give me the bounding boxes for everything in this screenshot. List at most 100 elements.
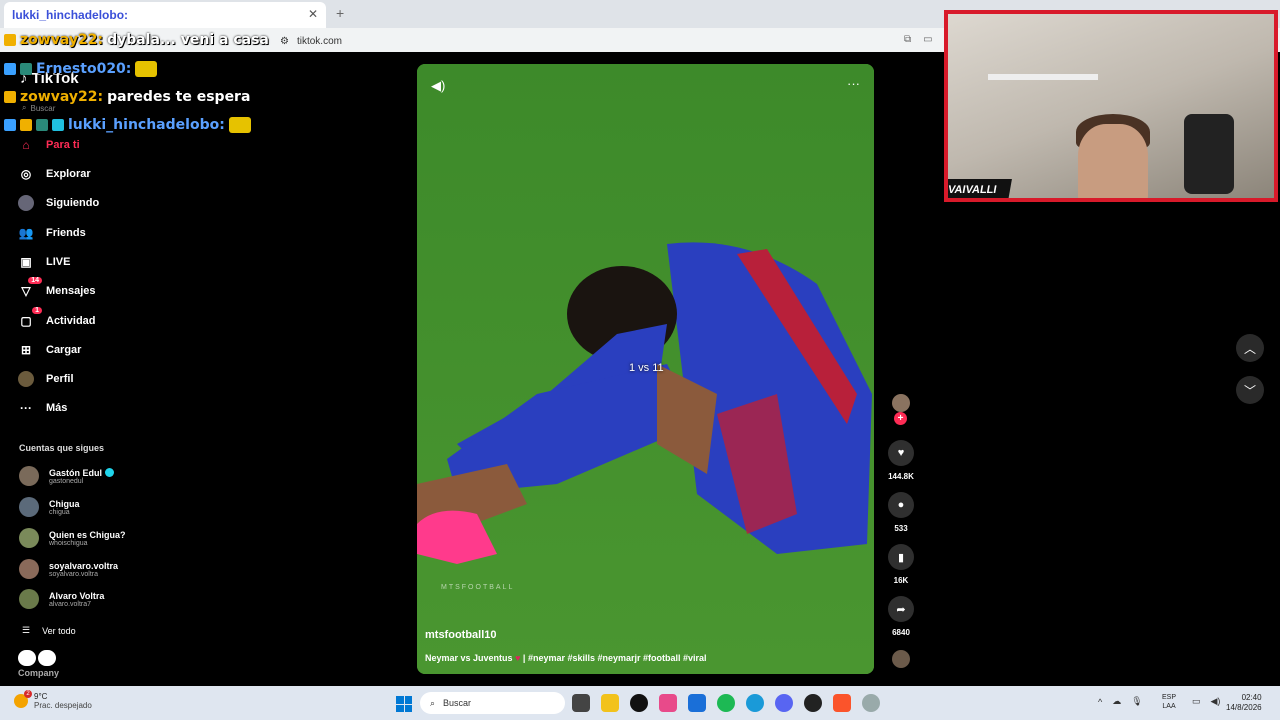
language-indicator[interactable]: ESP LAA (1162, 693, 1176, 711)
upload-plus-icon: ⊞ (20, 343, 32, 357)
brave-icon[interactable] (833, 694, 851, 712)
avatar (19, 528, 39, 548)
sidebar-item-perfil[interactable]: Perfil (18, 371, 74, 387)
obs-icon[interactable] (804, 694, 822, 712)
chat-message: zowvay22: paredes te espera (4, 89, 250, 105)
windows-pane (404, 704, 412, 712)
video-player[interactable]: ◀) ··· 1 vs 11 MTSFOOTBALL mtsfootball10… (417, 64, 874, 674)
site-settings-icon[interactable]: ⚙ (280, 36, 289, 47)
friends-icon: 👥 (18, 226, 34, 240)
account-item[interactable]: soyalvaro.voltra soyalvaro.voltra (19, 559, 118, 579)
volume-icon[interactable]: ◀) (431, 78, 445, 94)
chevron-up-icon[interactable]: ^ (1098, 697, 1102, 707)
start-button[interactable] (396, 696, 412, 712)
webcam-overlay: VAIVALLI (944, 10, 1278, 202)
active-tab[interactable]: lukki_hinchadelobo: ✕ (4, 2, 326, 28)
following-section-title: Cuentas que sigues (19, 443, 105, 453)
compass-icon: ◎ (20, 167, 32, 181)
sidebar-item-friends[interactable]: 👥 Friends (18, 225, 86, 241)
account-item[interactable]: Quien es Chigua? whoischigua (19, 528, 126, 548)
mic-icon[interactable]: 🎙 (1131, 696, 1142, 707)
share-icon[interactable]: ➦ (888, 596, 914, 622)
file-explorer-icon[interactable] (601, 694, 619, 712)
like-action[interactable]: ♥ 144.8K (885, 440, 917, 481)
account-handle: alvaro.voltra7 (49, 600, 92, 608)
sidebar-item-para-ti[interactable]: ⌂ Para ti (18, 137, 79, 153)
chevron-up-icon: ︿ (1243, 341, 1256, 356)
save-action[interactable]: ▮ 16K (885, 544, 917, 585)
creator-avatar[interactable] (892, 394, 910, 412)
sidebar-item-label: Actividad (46, 315, 96, 327)
account-item[interactable]: Gastón Edul gastonedul (19, 466, 115, 486)
list-icon: ☰ (22, 625, 31, 635)
bookmark-icon[interactable]: ▮ (888, 544, 914, 570)
close-tab-icon[interactable]: ✕ (308, 7, 318, 21)
sidebar-item-siguiendo[interactable]: Siguiendo (18, 195, 99, 211)
clock[interactable]: 02:40 14/8/2026 (1226, 693, 1262, 713)
network-icon[interactable]: ▭ (1192, 696, 1201, 707)
account-handle: soyalvaro.voltra (49, 570, 99, 578)
profile-avatar-icon (18, 371, 34, 387)
account-name: Gastón Edul (49, 467, 103, 478)
sidebar-item-mas[interactable]: ··· Más (18, 400, 67, 416)
cloud-icon[interactable]: ☁ (1112, 696, 1121, 707)
store-icon[interactable] (688, 694, 706, 712)
see-all-link[interactable]: ☰ Ver todo (22, 625, 76, 636)
browser-toolbar-right: ⧉ ▭ (904, 34, 933, 45)
avatar (19, 497, 39, 517)
screen-icon[interactable]: ▭ (923, 34, 932, 45)
app-icon (18, 650, 36, 666)
see-all-label: Ver todo (42, 625, 76, 636)
heart-icon[interactable]: ♥ (888, 440, 914, 466)
weather-widget[interactable]: 2 9°C Prac. despejado (14, 690, 92, 710)
account-item[interactable]: Alvaro Voltra alvaro.voltra7 (19, 589, 104, 609)
gem-icon (52, 119, 64, 131)
comment-count: 533 (894, 524, 908, 533)
lang-code: ESP (1162, 694, 1177, 701)
notification-badge: 1 (32, 307, 42, 314)
video-author[interactable]: mtsfootball10 (425, 629, 497, 641)
address-bar[interactable]: ⚙ tiktok.com (280, 32, 342, 50)
next-video-button[interactable]: ﹀ (1236, 376, 1264, 404)
sidebar-item-live[interactable]: ▣ LIVE (18, 254, 70, 270)
follow-plus-icon[interactable]: + (894, 412, 907, 425)
sidebar-item-label: Más (46, 402, 68, 414)
comment-icon[interactable]: ● (888, 492, 914, 518)
caption-hashtags[interactable]: | #neymar #skills #neymarjr #football #v… (523, 653, 707, 663)
taskbar-search[interactable]: ⌕ Buscar (420, 692, 565, 714)
video-caption: Neymar vs Juventus ♥ | #neymar #skills #… (425, 653, 707, 663)
new-tab-icon[interactable]: + (336, 5, 344, 21)
weather-badge: 2 (24, 690, 32, 698)
account-item[interactable]: Chigua chigua (19, 497, 80, 517)
sidebar-item-actividad[interactable]: ▢ 1 Actividad (18, 307, 96, 329)
verified-icon (105, 468, 115, 477)
crown-icon (20, 119, 32, 131)
spotify-icon[interactable] (717, 694, 735, 712)
comment-action[interactable]: ● 533 (885, 492, 917, 533)
share-action[interactable]: ➦ 6840 (885, 596, 917, 637)
app-icon[interactable] (862, 694, 880, 712)
app-icon[interactable] (659, 694, 677, 712)
company-link[interactable]: Company (18, 668, 59, 678)
discord-icon[interactable] (775, 694, 793, 712)
sidebar-item-mensajes[interactable]: ▽ 14 Mensajes (18, 277, 96, 299)
weather-description: Prac. despejado (34, 701, 92, 710)
previous-video-button[interactable]: ︿ (1236, 334, 1264, 362)
sidebar-item-explorar[interactable]: ◎ Explorar (18, 166, 91, 182)
music-disc-icon[interactable] (892, 650, 910, 668)
sidebar-item-cargar[interactable]: ⊞ Cargar (18, 342, 82, 358)
volume-icon[interactable]: ◀) (1211, 696, 1221, 707)
more-options-icon[interactable]: ··· (847, 76, 860, 91)
task-view-icon[interactable] (572, 694, 590, 712)
chat-message: Ernesto020: (4, 61, 158, 77)
edge-icon[interactable] (746, 694, 764, 712)
tab-title: lukki_hinchadelobo: (12, 8, 129, 22)
sidebar-item-label: Mensajes (46, 285, 96, 297)
url-text: tiktok.com (296, 35, 342, 47)
account-name: Chigua (49, 498, 80, 509)
sidebar-item-label: Siguiendo (46, 197, 100, 209)
translate-icon[interactable]: ⧉ (904, 34, 911, 45)
app-icon[interactable] (630, 694, 648, 712)
chat-username: zowvay22: (20, 89, 104, 105)
windows-pane (396, 704, 404, 712)
